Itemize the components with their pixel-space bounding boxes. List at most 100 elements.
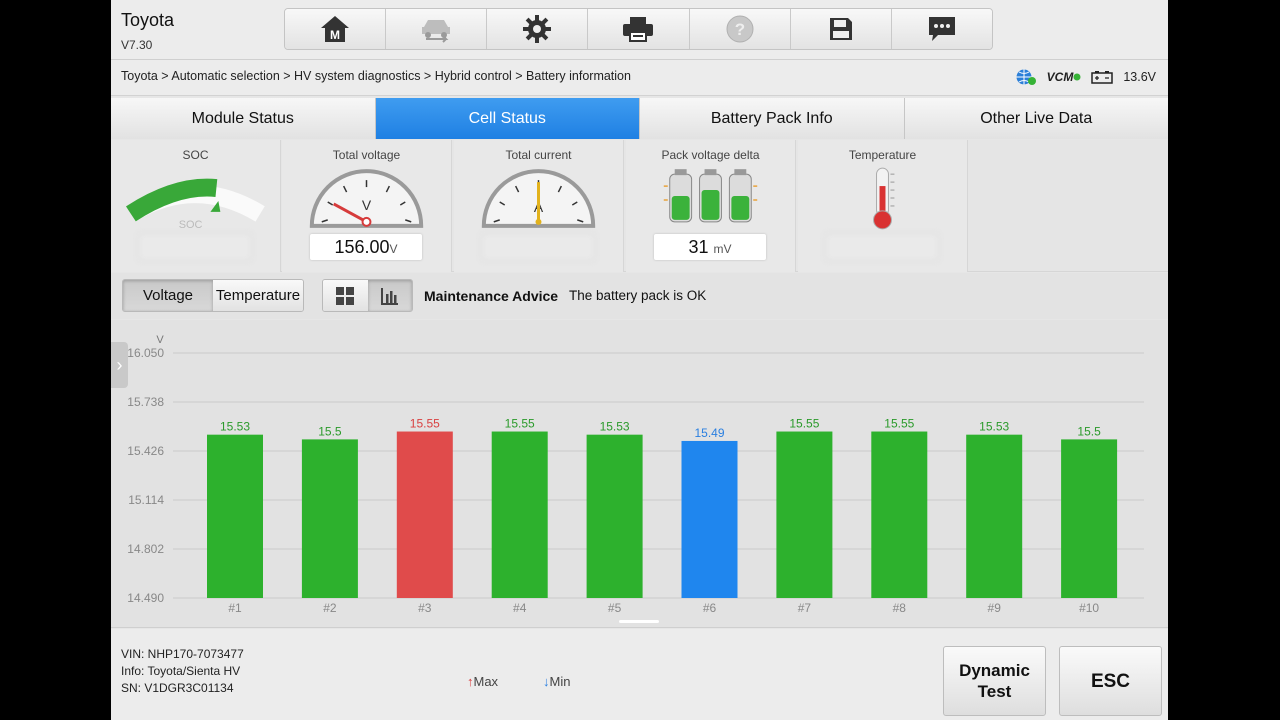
serial-number-text: SN: V1DGR3C01134	[121, 681, 234, 695]
message-button[interactable]	[891, 9, 992, 49]
print-button[interactable]	[588, 9, 690, 49]
header: Toyota V7.30 M ?	[111, 0, 1168, 60]
voltage-dial-unit: V	[362, 197, 372, 213]
total-voltage-value-box: 156.00V	[310, 234, 422, 260]
soc-gauge-text: SOC	[179, 219, 203, 231]
bar-chart-icon	[380, 287, 398, 305]
esc-button[interactable]: ESC	[1059, 646, 1162, 716]
x-category-label: #3	[418, 601, 432, 615]
vehicle-swap-button[interactable]	[386, 9, 488, 49]
bar-value-label: 15.5	[318, 424, 342, 438]
bar-cell-4	[491, 431, 548, 598]
bar-value-label: 15.55	[410, 417, 440, 431]
vcm-connected-icon	[1073, 73, 1081, 81]
tab-module-status[interactable]: Module Status	[111, 98, 376, 139]
bar-cell-9	[966, 434, 1023, 598]
x-category-label: #8	[893, 601, 907, 615]
tab-bar: Module Status Cell Status Battery Pack I…	[111, 98, 1168, 139]
y-tick-label: 15.114	[128, 493, 164, 507]
total-voltage-value: 156.00	[334, 237, 390, 257]
save-icon	[829, 18, 852, 40]
svg-text:M: M	[330, 28, 340, 42]
printer-icon	[623, 17, 654, 42]
bar-value-label: 15.53	[979, 420, 1009, 434]
tab-other-live-data[interactable]: Other Live Data	[904, 98, 1168, 139]
status-area: VCM 13.6V	[1015, 68, 1156, 86]
bar-cell-10	[1061, 439, 1118, 598]
legend-min: ↓Min	[543, 674, 570, 689]
settings-button[interactable]	[487, 9, 589, 49]
total-current-card: Total current A	[454, 140, 624, 272]
gear-icon	[523, 15, 552, 43]
bar-cell-1	[207, 434, 263, 598]
temperature-toggle-button[interactable]: Temperature	[213, 280, 303, 311]
bar-value-label: 15.55	[505, 417, 535, 431]
thermometer-icon	[873, 167, 895, 230]
bar-value-label: 15.55	[884, 417, 914, 431]
x-category-label: #9	[988, 601, 1002, 615]
grid-view-button[interactable]	[323, 280, 368, 311]
pack-delta-value: 31	[688, 237, 709, 257]
temperature-label: Temperature	[848, 148, 917, 162]
save-button[interactable]	[790, 9, 892, 49]
pack-delta-value-box: 31 mV	[654, 234, 766, 260]
pack-delta-card: Pack voltage delta 31 mV	[626, 140, 796, 272]
total-voltage-card: Total voltage V 156.00V	[282, 140, 452, 272]
dynamic-test-button[interactable]: Dynamic Test	[943, 646, 1046, 716]
y-tick-label: 14.490	[127, 591, 164, 605]
battery-icon	[1091, 71, 1114, 84]
breadcrumb-bar: Toyota > Automatic selection > HV system…	[111, 60, 1168, 96]
chart-controls: Voltage Temperature Maintenance Advice T…	[111, 273, 1168, 319]
x-category-label: #7	[798, 601, 812, 615]
vcm-status: VCM	[1047, 70, 1082, 84]
dynamic-test-label-line2: Test	[977, 682, 1012, 701]
bar-value-label: 15.5	[1077, 424, 1101, 438]
help-button[interactable]: ?	[689, 9, 791, 49]
total-voltage-unit: V	[389, 242, 398, 256]
x-category-label: #5	[608, 601, 622, 615]
bar-cell-8	[871, 431, 928, 598]
bar-value-label: 15.55	[789, 417, 819, 431]
footer: VIN: NHP170-7073477 Info: Toyota/Sienta …	[111, 629, 1168, 720]
bar-cell-2	[301, 439, 358, 598]
voltage-toggle-button[interactable]: Voltage	[123, 280, 213, 311]
breadcrumb: Toyota > Automatic selection > HV system…	[121, 69, 631, 83]
x-category-label: #1	[228, 601, 242, 615]
toolbar: M ?	[284, 8, 993, 50]
y-tick-label: 15.738	[127, 395, 164, 409]
temperature-value-box	[826, 234, 938, 260]
battery-voltage: 13.6V	[1123, 70, 1156, 84]
voltage-dial-gauge: V	[309, 169, 424, 228]
bar-value-label: 15.53	[600, 420, 630, 434]
soc-value-box	[139, 234, 251, 260]
soc-card: SOC SOC	[111, 140, 281, 272]
network-globe-icon	[1016, 69, 1036, 85]
current-dial-gauge: A	[481, 169, 596, 228]
vehicle-title: Toyota	[121, 10, 175, 30]
legend-min-label: Min	[549, 674, 571, 689]
bar-value-label: 15.53	[220, 420, 250, 434]
home-button[interactable]: M	[285, 9, 387, 49]
chart-canvas: V16.050 15.738 15.426 15.114 14.802 14.490 15.…	[127, 334, 1144, 615]
view-mode-toggle	[322, 279, 413, 312]
total-current-label: Total current	[505, 148, 572, 162]
svg-text:?: ?	[734, 20, 744, 39]
measurement-toggle: Voltage Temperature	[122, 279, 304, 312]
maintenance-advice-text: The battery pack is OK	[569, 288, 707, 303]
total-current-value-box	[482, 234, 594, 260]
side-panel-expand-handle[interactable]: ›	[111, 342, 128, 388]
vehicle-info-text: Info: Toyota/Sienta HV	[121, 664, 241, 678]
bar-chart-view-button[interactable]	[367, 280, 412, 311]
vcm-label: VCM	[1046, 70, 1074, 84]
tab-battery-pack-info[interactable]: Battery Pack Info	[640, 98, 905, 139]
vehicle-swap-icon	[422, 20, 451, 43]
chevron-right-icon: ›	[116, 354, 123, 375]
bar-value-label: 15.49	[694, 426, 724, 440]
y-axis-unit: V	[156, 334, 164, 346]
bar-cell-5	[586, 434, 643, 598]
x-category-label: #6	[703, 601, 717, 615]
help-icon: ?	[726, 15, 754, 43]
tab-cell-status[interactable]: Cell Status	[375, 98, 640, 139]
y-tick-label: 15.426	[127, 444, 164, 458]
legend-max: ↑Max	[467, 674, 498, 689]
